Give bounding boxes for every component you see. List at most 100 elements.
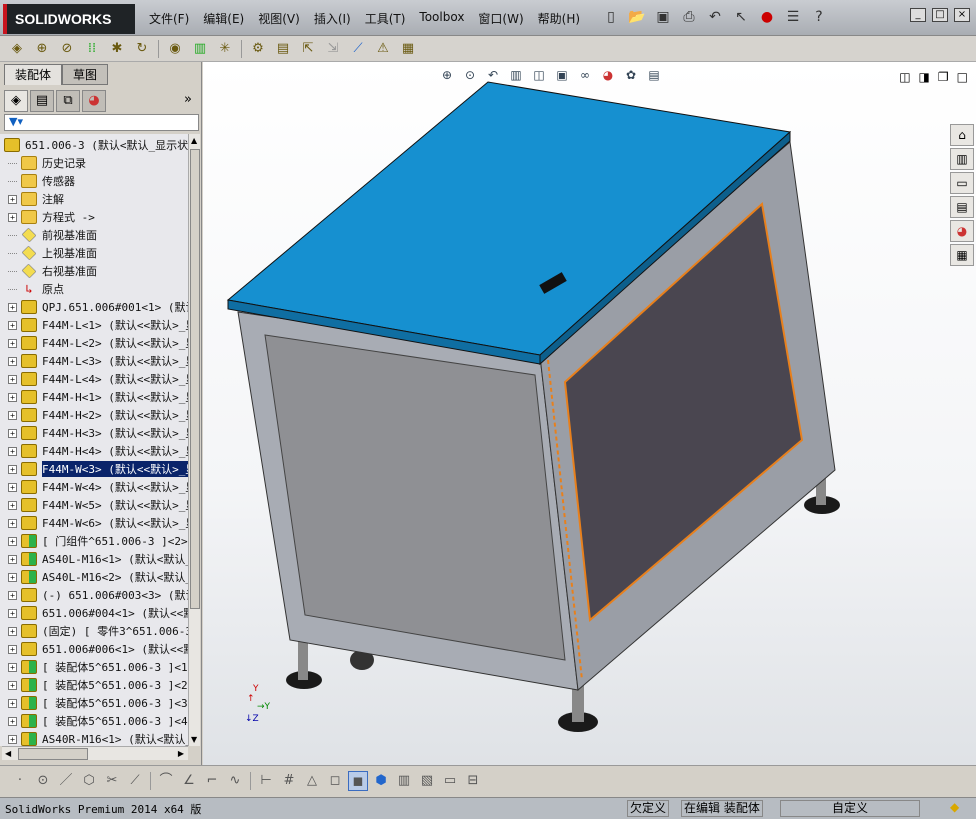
expand-icon[interactable]: + — [8, 626, 17, 636]
menu-file[interactable]: 文件(F) — [142, 8, 196, 29]
design-library-icon[interactable]: ▥ — [950, 148, 974, 170]
linear-pattern-icon[interactable]: ⁞⁞ — [81, 39, 103, 59]
move-component-icon[interactable]: ↻ — [131, 39, 153, 59]
horizontal-scrollbar[interactable]: ◀ ▶ — [2, 746, 188, 760]
property-manager-icon[interactable]: ▤ — [30, 90, 54, 112]
expand-icon[interactable]: + — [8, 356, 17, 366]
expand-icon[interactable]: + — [8, 374, 17, 384]
reference-geometry-icon[interactable]: ✳ — [214, 39, 236, 59]
split-view-icon[interactable]: ◫ — [899, 70, 910, 84]
expand-icon[interactable]: + — [8, 212, 17, 222]
menu-help[interactable]: 帮助(H) — [531, 8, 587, 29]
units-selector[interactable]: 自定义 — [780, 800, 920, 817]
appearances-icon[interactable]: ◕ — [950, 220, 974, 242]
trim-icon[interactable]: ✂ — [102, 771, 122, 791]
tab-sketch[interactable]: 草图 — [62, 64, 109, 85]
single-view-icon[interactable]: ▭ — [440, 771, 460, 791]
insert-component-icon[interactable]: ⊕ — [31, 39, 53, 59]
dimension-icon[interactable]: ⊢ — [256, 771, 276, 791]
smart-fasteners-icon[interactable]: ✱ — [106, 39, 128, 59]
view-palette-icon[interactable]: ▤ — [950, 196, 974, 218]
tree-item[interactable]: 右视基准面 — [0, 262, 97, 280]
expand-icon[interactable]: + — [8, 338, 17, 348]
tree-item[interactable]: 前视基准面 — [0, 226, 97, 244]
expand-icon[interactable]: + — [8, 410, 17, 420]
expand-icon[interactable]: + — [8, 608, 17, 618]
minimize-icon[interactable]: _ — [910, 8, 926, 22]
scroll-down-icon[interactable]: ▼ — [191, 735, 197, 744]
new-document-icon[interactable]: ▯ — [600, 6, 622, 28]
view-settings-icon[interactable]: ▤ — [645, 66, 663, 84]
menu-tools[interactable]: 工具(T) — [358, 8, 413, 29]
show-hidden-icon[interactable]: ◉ — [164, 39, 186, 59]
open-folder-icon[interactable]: 📂 — [626, 6, 648, 28]
undo-icon[interactable]: ↶ — [704, 6, 726, 28]
tree-item[interactable]: 651.006-3 (默认<默认_显示状 — [0, 136, 188, 154]
tree-item[interactable]: + F44M-H<3> (默认<<默认>_显 — [0, 424, 188, 442]
scroll-thumb[interactable] — [18, 748, 88, 760]
explode-line-sketch-icon[interactable]: ⇲ — [322, 39, 344, 59]
expand-icon[interactable]: + — [8, 302, 17, 312]
grid-icon[interactable]: # — [279, 771, 299, 791]
new-motion-study-icon[interactable]: ⚙ — [247, 39, 269, 59]
appearance-icon[interactable]: ▧ — [417, 771, 437, 791]
tree-item[interactable]: + AS40R-M16<1> (默认<默认_ — [0, 730, 188, 746]
tab-assembly[interactable]: 装配体 — [4, 64, 63, 85]
assembly-visualization-icon[interactable]: ▦ — [397, 39, 419, 59]
tree-item[interactable]: + F44M-L<2> (默认<<默认>_显 — [0, 334, 188, 352]
menu-window[interactable]: 窗口(W) — [471, 8, 530, 29]
fillet-icon[interactable]: ⌒ — [156, 771, 176, 791]
expand-icon[interactable]: + — [8, 572, 17, 582]
menu-toolbox[interactable]: Toolbox — [412, 8, 471, 29]
assembly-features-icon[interactable]: ▥ — [189, 39, 211, 59]
expand-panel-icon[interactable]: » — [184, 92, 192, 107]
tree-item[interactable]: 历史记录 — [0, 154, 86, 172]
tree-item[interactable]: +651.006#004<1> (默认<<默 — [0, 604, 188, 622]
hide-show-items-icon[interactable]: ∞ — [576, 66, 594, 84]
scroll-up-icon[interactable]: ▲ — [191, 136, 197, 145]
tag-icon[interactable]: ◆ — [950, 800, 959, 814]
expand-icon[interactable]: + — [8, 698, 17, 708]
scroll-thumb[interactable] — [190, 149, 200, 609]
extend-icon[interactable]: ⟋ — [125, 771, 145, 791]
material-icon[interactable]: ▥ — [394, 771, 414, 791]
expand-icon[interactable]: + — [8, 590, 17, 600]
tree-item[interactable]: + F44M-L<1> (默认<<默认>_显 — [0, 316, 188, 334]
exploded-view-icon[interactable]: ⇱ — [297, 39, 319, 59]
expand-icon[interactable]: + — [8, 680, 17, 690]
tree-item[interactable]: + (固定) [ 零件3^651.006-3 — [0, 622, 188, 640]
expand-icon[interactable]: + — [8, 194, 17, 204]
tree-item[interactable]: + AS40L-M16<2> (默认<默认_ — [0, 568, 188, 586]
expand-icon[interactable]: + — [8, 644, 17, 654]
scroll-right-icon[interactable]: ▶ — [178, 749, 184, 758]
view-orientation-icon[interactable]: ◫ — [530, 66, 548, 84]
custom-properties-icon[interactable]: ▦ — [950, 244, 974, 266]
tree-item[interactable]: + F44M-W<3> (默认<<默认>_显 — [0, 460, 188, 478]
cabinet-model[interactable] — [203, 62, 976, 765]
tree-item[interactable]: + AS40L-M16<1> (默认<默认_ — [0, 550, 188, 568]
expand-icon[interactable]: + — [8, 482, 17, 492]
corner-icon[interactable]: ⌐ — [202, 771, 222, 791]
feature-manager-icon[interactable]: ◈ — [4, 90, 28, 112]
edit-component-icon[interactable]: ◈ — [6, 39, 28, 59]
tree-item[interactable]: + 方程式 -> — [0, 208, 95, 226]
expand-icon[interactable]: + — [8, 464, 17, 474]
file-explorer-icon[interactable]: ▭ — [950, 172, 974, 194]
options-icon[interactable]: ☰ — [782, 6, 804, 28]
chamfer-icon[interactable]: ∠ — [179, 771, 199, 791]
print-icon[interactable]: ⎙ — [678, 6, 700, 28]
two-view-icon[interactable]: ⊟ — [463, 771, 483, 791]
split-view-2-icon[interactable]: ◨ — [919, 70, 930, 84]
scroll-left-icon[interactable]: ◀ — [5, 749, 11, 758]
tree-item[interactable]: + [ 装配体5^651.006-3 ]<4> — [0, 712, 188, 730]
close-icon[interactable]: × — [954, 8, 970, 22]
restore-icon[interactable]: ❐ — [938, 70, 949, 84]
tree-item[interactable]: + F44M-H<2> (默认<<默认>_显 — [0, 406, 188, 424]
expand-icon[interactable]: + — [8, 716, 17, 726]
help-icon[interactable]: ? — [808, 6, 830, 28]
previous-view-icon[interactable]: ↶ — [484, 66, 502, 84]
expand-icon[interactable]: + — [8, 446, 17, 456]
maximize-icon[interactable]: □ — [932, 8, 948, 22]
polygon-icon[interactable]: ⬡ — [79, 771, 99, 791]
tree-item[interactable]: 上视基准面 — [0, 244, 97, 262]
